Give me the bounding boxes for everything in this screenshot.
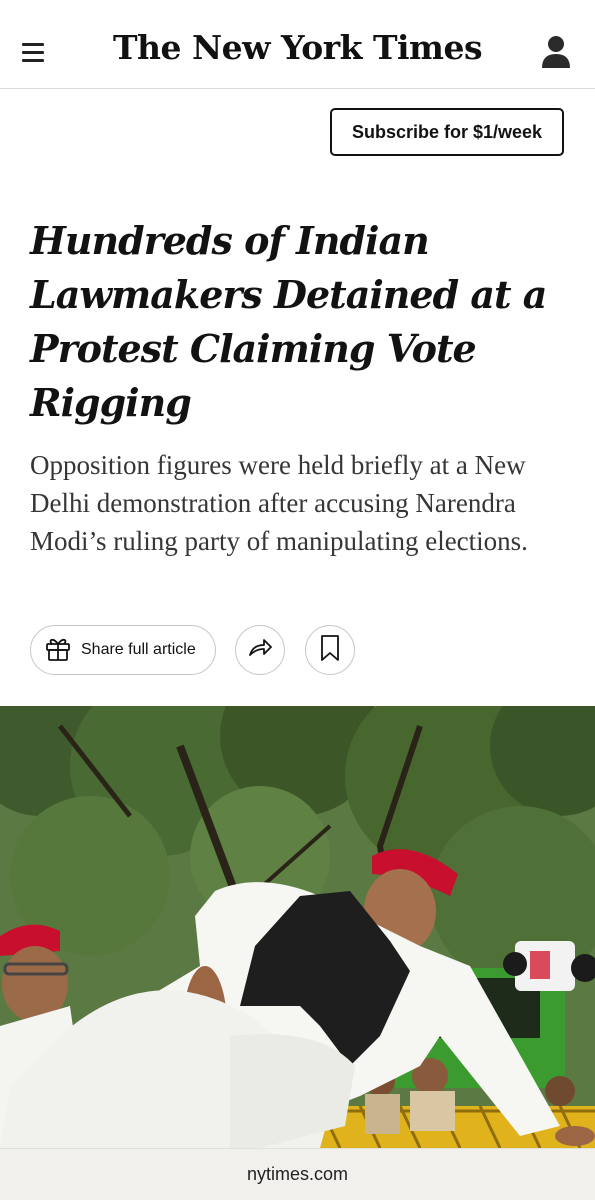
- browser-url-bar[interactable]: nytimes.com: [0, 1148, 595, 1200]
- subscribe-button[interactable]: Subscribe for $1/week: [330, 108, 564, 156]
- share-arrow-icon: [245, 633, 275, 668]
- gift-icon: [43, 633, 73, 668]
- nyt-logo[interactable]: The New York Times: [0, 28, 595, 67]
- bookmark-button[interactable]: [305, 625, 355, 675]
- bookmark-icon: [318, 634, 342, 667]
- person-icon[interactable]: [538, 32, 574, 72]
- share-button[interactable]: [235, 625, 285, 675]
- url-domain: nytimes.com: [246, 1164, 349, 1184]
- article-summary: Opposition figures were held briefly at …: [30, 450, 528, 556]
- article-headline: Hundreds of Indian Lawmakers Detained at…: [30, 218, 547, 425]
- masthead: The New York Times: [0, 0, 595, 89]
- share-full-article-label: Share full article: [81, 641, 196, 658]
- share-full-article-button[interactable]: Share full article: [30, 625, 216, 675]
- article-photo: [0, 706, 595, 1148]
